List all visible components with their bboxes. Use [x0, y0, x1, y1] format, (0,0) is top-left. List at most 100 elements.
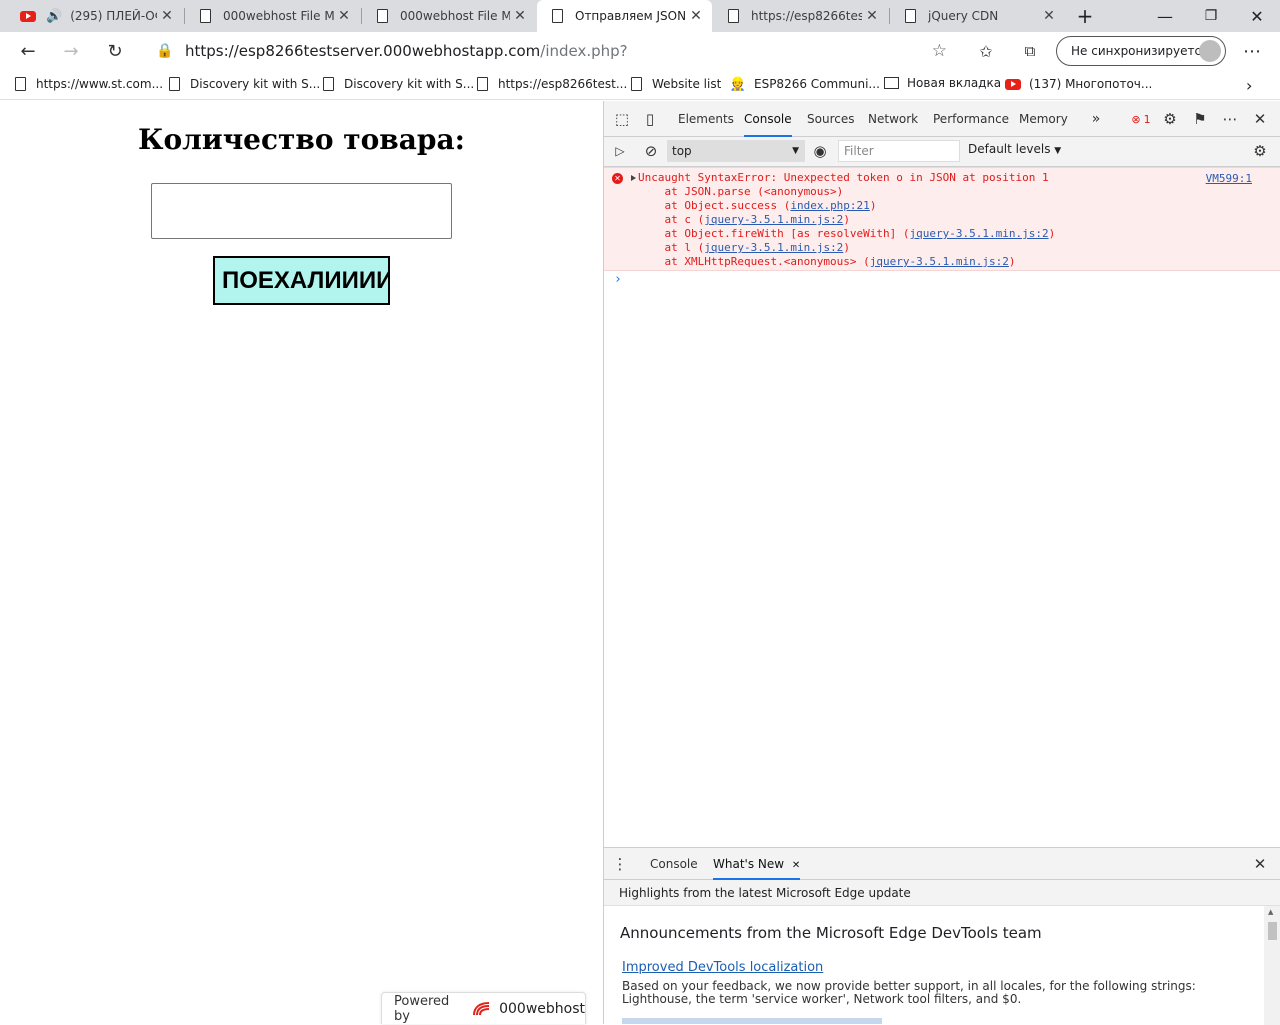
source-link[interactable]: jquery-3.5.1.min.js:2	[870, 255, 1009, 268]
profile-sync-label: Не синхронизируется	[1071, 44, 1209, 58]
whats-new-heading: Announcements from the Microsoft Edge De…	[620, 924, 1042, 942]
scrollbar-thumb[interactable]	[1268, 922, 1277, 940]
close-window-icon[interactable]: ✕	[1234, 0, 1280, 32]
chevron-right-icon[interactable]: ›	[1246, 76, 1252, 95]
stack-frame-text: at l (	[638, 241, 705, 254]
close-tab-icon[interactable]: ✕	[1039, 8, 1059, 24]
source-link[interactable]: index.php:21	[790, 199, 869, 212]
whats-new-description: Based on your feedback, we now provide b…	[622, 979, 1196, 1006]
favorite-label: Website list	[652, 77, 722, 91]
close-tab-icon[interactable]: ✕	[792, 860, 800, 871]
tab-network[interactable]: Network	[868, 101, 918, 137]
more-tabs-chevron-icon[interactable]: »	[1086, 109, 1106, 129]
feedback-icon[interactable]: ⚑	[1190, 109, 1210, 129]
console-settings-gear-icon[interactable]: ⚙	[1250, 141, 1270, 161]
source-link[interactable]: jquery-3.5.1.min.js:2	[704, 241, 843, 254]
tab-console[interactable]: Console	[744, 101, 792, 137]
page-icon	[166, 76, 182, 92]
browser-tab[interactable]: 🔊 (295) ПЛЕЙ-ОФ ✕	[8, 0, 183, 32]
more-options-icon[interactable]: ⋯	[1220, 109, 1240, 129]
favorite-item[interactable]: (137) Многопоточ...	[1005, 76, 1152, 92]
error-count-badge[interactable]: ⊗ 1	[1126, 109, 1156, 129]
tab-memory[interactable]: Memory	[1019, 101, 1068, 137]
add-favorite-star-icon[interactable]: ☆	[932, 41, 947, 61]
favorite-item[interactable]: https://esp8266test...	[474, 76, 627, 92]
favorite-item[interactable]: Website list	[628, 76, 721, 92]
stack-frame-text: at JSON.parse (<anonymous>)	[638, 185, 844, 198]
console-filter-input[interactable]: Filter	[838, 140, 960, 162]
error-count: 1	[1143, 112, 1151, 126]
settings-more-icon[interactable]: ⋯	[1236, 36, 1268, 66]
drawer-tab-whats-new[interactable]: What's New ✕	[713, 848, 801, 880]
close-tab-icon[interactable]: ✕	[157, 8, 177, 24]
stack-frame: at c (jquery-3.5.1.min.js:2)	[638, 213, 849, 227]
device-emulation-icon[interactable]: ▯	[640, 109, 660, 129]
stack-frame-text: at XMLHttpRequest.<anonymous> (	[638, 255, 870, 268]
browser-tab[interactable]: https://esp8266tests ✕	[713, 0, 888, 32]
page-icon	[374, 8, 390, 24]
minimize-window-icon[interactable]: —	[1142, 0, 1188, 32]
source-link[interactable]: jquery-3.5.1.min.js:2	[910, 227, 1049, 240]
forward-arrow-icon[interactable]: →	[55, 36, 87, 66]
source-link[interactable]: jquery-3.5.1.min.js:2	[704, 213, 843, 226]
favorite-item[interactable]: https://www.st.com...	[12, 76, 163, 92]
favorite-item[interactable]: Новая вкладка	[884, 76, 1001, 90]
close-drawer-icon[interactable]: ✕	[1250, 854, 1270, 874]
powered-by-badge[interactable]: Powered by 000webhost	[381, 992, 586, 1024]
audio-playing-icon[interactable]: 🔊	[46, 9, 62, 24]
scroll-up-icon[interactable]: ▲	[1268, 908, 1273, 916]
close-tab-icon[interactable]: ✕	[510, 8, 530, 24]
browser-tab[interactable]: 000webhost File Mar ✕	[362, 0, 536, 32]
log-levels-dropdown[interactable]: Default levels ▼	[968, 142, 1061, 156]
address-bar[interactable]: 🔒 https://esp8266testserver.000webhostap…	[145, 36, 957, 66]
back-arrow-icon[interactable]: ←	[12, 36, 44, 66]
favorites-icon[interactable]: ✩	[970, 36, 1002, 66]
refresh-icon[interactable]: ↻	[99, 36, 131, 66]
live-expression-eye-icon[interactable]: ◉	[810, 141, 830, 161]
close-tab-icon[interactable]: ✕	[334, 8, 354, 24]
tab-sources[interactable]: Sources	[807, 101, 854, 137]
sidebar-toggle-icon[interactable]: ▷	[610, 141, 630, 161]
browser-tab[interactable]: 000webhost File Mar ✕	[185, 0, 360, 32]
favorite-item[interactable]: Discovery kit with S...	[166, 76, 320, 92]
tab-elements[interactable]: Elements	[678, 101, 734, 137]
new-tab-button[interactable]: +	[1062, 0, 1108, 32]
tab-title: 000webhost File Mar	[400, 9, 510, 23]
close-devtools-icon[interactable]: ✕	[1250, 109, 1270, 129]
favorite-item[interactable]: 👷 ESP8266 Communi...	[730, 76, 880, 92]
console-error-message[interactable]: ✕ Uncaught SyntaxError: Unexpected token…	[604, 167, 1280, 271]
stack-frame: at XMLHttpRequest.<anonymous> (jquery-3.…	[638, 255, 1015, 269]
restore-window-icon[interactable]: ❐	[1188, 0, 1234, 32]
collections-icon[interactable]: ⧉	[1014, 36, 1046, 66]
new-tab-page-icon	[884, 77, 899, 89]
esp-community-icon: 👷	[729, 76, 747, 92]
error-source-link[interactable]: VM599:1	[1206, 172, 1252, 185]
favorite-item[interactable]: Discovery kit with S...	[320, 76, 474, 92]
stack-frame-text: at Object.fireWith [as resolveWith] (	[638, 227, 910, 240]
browser-tab[interactable]: jQuery CDN ✕	[890, 0, 1065, 32]
quantity-input[interactable]	[151, 183, 452, 239]
drawer-tab-console[interactable]: Console	[650, 848, 698, 880]
close-tab-icon[interactable]: ✕	[862, 8, 882, 24]
whats-new-link[interactable]: Improved DevTools localization	[622, 960, 823, 975]
inspect-element-icon[interactable]: ⬚	[612, 109, 632, 129]
clear-console-icon[interactable]: ⊘	[641, 141, 661, 161]
submit-button[interactable]: ПОЕХАЛИИИИИ	[213, 256, 390, 305]
browser-tab-active[interactable]: Отправляем JSON-д ✕	[537, 0, 712, 32]
close-tab-icon[interactable]: ✕	[686, 8, 706, 24]
context-select[interactable]: top ▼	[667, 140, 805, 162]
page-icon	[549, 8, 565, 24]
whats-new-subtitle: Highlights from the latest Microsoft Edg…	[604, 880, 1280, 906]
lock-icon[interactable]: 🔒	[145, 43, 185, 59]
devtools-drawer: ⋮ Console What's New ✕ ✕ Highlights from…	[604, 847, 1280, 1025]
drawer-more-icon[interactable]: ⋮	[610, 854, 630, 874]
profile-button[interactable]: Не синхронизируется	[1056, 36, 1226, 66]
chevron-down-icon: ▼	[792, 146, 799, 156]
tab-performance[interactable]: Performance	[933, 101, 1009, 137]
console-prompt[interactable]: ›	[614, 272, 622, 287]
settings-gear-icon[interactable]: ⚙	[1160, 109, 1180, 129]
expand-triangle-icon[interactable]	[631, 175, 636, 181]
favorite-label: https://www.st.com...	[36, 77, 164, 91]
context-value: top	[672, 144, 692, 158]
scrollbar[interactable]: ▲	[1264, 906, 1280, 1025]
